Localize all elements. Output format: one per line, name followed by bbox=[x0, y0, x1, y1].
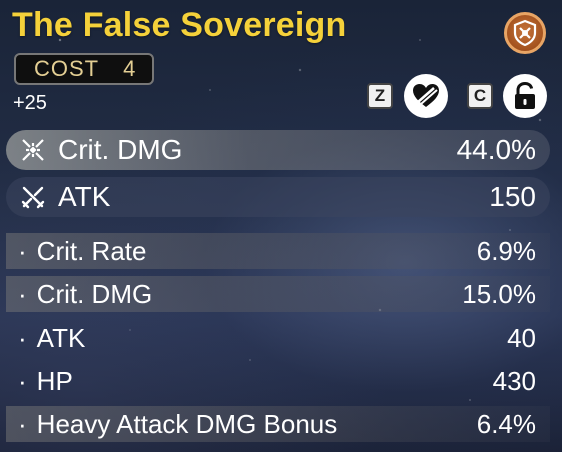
sub-stat-value: 6.9% bbox=[476, 235, 536, 266]
bullet-dot: · bbox=[18, 322, 27, 353]
main-stat-name: Crit. DMG bbox=[58, 134, 183, 165]
cost-value: 4 bbox=[123, 56, 137, 81]
main-stat-value: 44.0% bbox=[456, 134, 536, 165]
unlock-padlock-icon bbox=[515, 82, 535, 109]
sub-stat-row: · ATK 40 bbox=[6, 320, 550, 356]
sub-stat-name: HP bbox=[36, 365, 73, 396]
lock-button[interactable] bbox=[503, 74, 547, 118]
bullet-dot: · bbox=[18, 235, 27, 266]
echo-name: The False Sovereign bbox=[12, 6, 347, 44]
sub-stat-name: ATK bbox=[36, 322, 86, 353]
lock-hotkey-badge: C bbox=[467, 83, 493, 109]
bullet-dot: · bbox=[18, 408, 27, 439]
atk-swords-icon bbox=[20, 184, 46, 210]
bullet-dot: · bbox=[18, 278, 27, 309]
bullet-dot: · bbox=[18, 365, 27, 396]
discard-hotkey-badge: Z bbox=[367, 83, 393, 109]
sub-stat-row: · Heavy Attack DMG Bonus 6.4% bbox=[6, 406, 550, 442]
cost-label: COST bbox=[34, 56, 100, 81]
discard-heart-icon bbox=[413, 84, 439, 107]
sub-stat-value: 40 bbox=[507, 322, 536, 353]
sub-stat-name: Heavy Attack DMG Bonus bbox=[36, 408, 338, 439]
crit-dmg-icon bbox=[20, 137, 46, 163]
main-stat-row: Crit. DMG 44.0% bbox=[6, 130, 550, 170]
sub-stat-row: · Crit. Rate 6.9% bbox=[6, 233, 550, 269]
main-stat-value: 150 bbox=[489, 181, 536, 212]
main-stat-row: ATK 150 bbox=[6, 177, 550, 217]
sub-stat-name: Crit. Rate bbox=[36, 235, 147, 266]
faction-emblem-icon bbox=[504, 12, 546, 54]
discard-button[interactable] bbox=[404, 74, 448, 118]
sub-stat-value: 6.4% bbox=[476, 408, 536, 439]
echo-level: +25 bbox=[13, 92, 47, 114]
main-stat-name: ATK bbox=[58, 181, 111, 212]
sub-stat-row: · HP 430 bbox=[6, 363, 550, 399]
sub-stat-value: 15.0% bbox=[462, 278, 536, 309]
sub-stat-name: Crit. DMG bbox=[36, 278, 153, 309]
sub-stat-row: · Crit. DMG 15.0% bbox=[6, 276, 550, 312]
sub-stat-value: 430 bbox=[492, 365, 536, 396]
cost-indicator: COST 4 bbox=[14, 53, 154, 85]
